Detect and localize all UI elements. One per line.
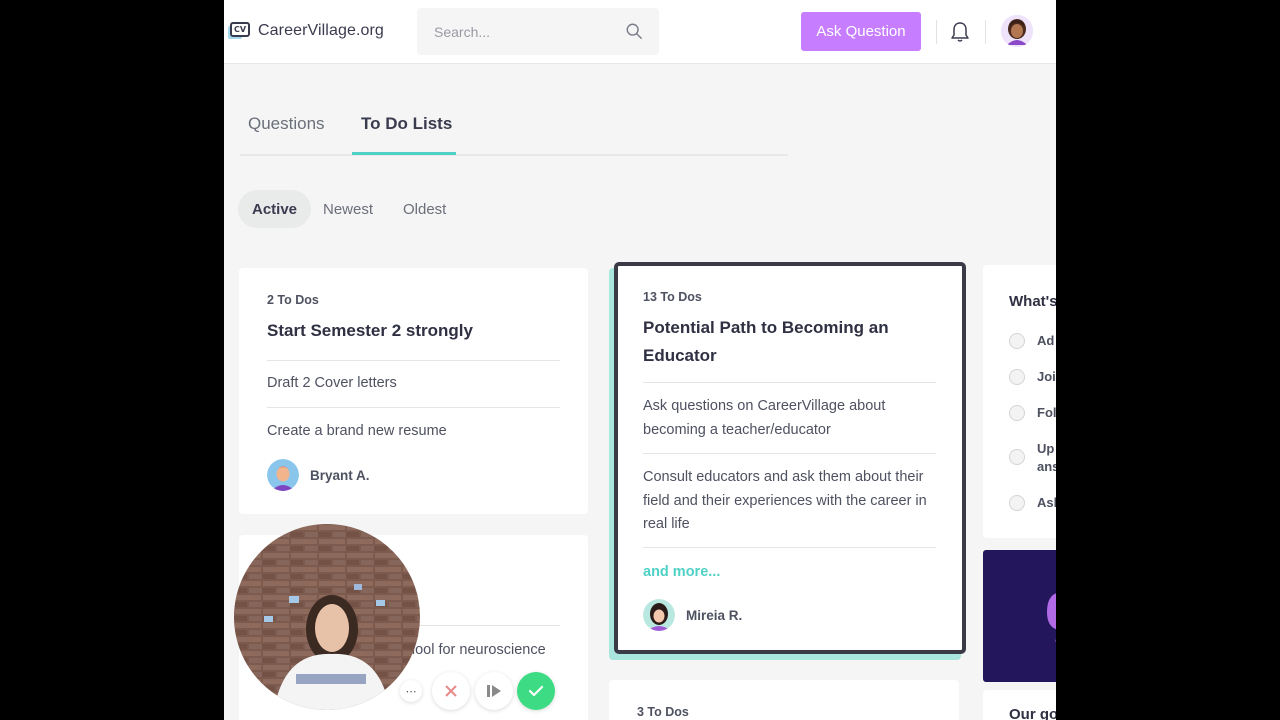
- checkmark-icon: [528, 685, 544, 697]
- todo-item: Create a brand new resume: [267, 423, 447, 439]
- checklist-panel: What's Ad Joi Fol Up ans Asl: [983, 265, 1056, 538]
- divider: [267, 407, 560, 408]
- todo-card[interactable]: 3 To Dos: [609, 680, 959, 720]
- checklist-radio[interactable]: [1009, 333, 1025, 349]
- confirm-recording-button[interactable]: [517, 672, 555, 710]
- app-frame: CV CareerVillage.org Ask Question: [224, 0, 1056, 720]
- checklist-radio[interactable]: [1009, 405, 1025, 421]
- notification-bell-icon[interactable]: [950, 21, 970, 43]
- card-title: Start Semester 2 strongly: [267, 321, 473, 340]
- divider: [643, 382, 936, 383]
- cancel-recording-button[interactable]: [432, 672, 470, 710]
- logo-text: CareerVillage.org: [258, 22, 384, 39]
- search-box: [417, 8, 659, 55]
- divider: [985, 20, 986, 44]
- checklist-radio[interactable]: [1009, 495, 1025, 511]
- card-title: Potential Path to Becoming an Educator: [643, 318, 889, 365]
- user-avatar: [267, 459, 299, 491]
- webcam-video: [234, 524, 420, 710]
- search-icon[interactable]: [625, 22, 643, 40]
- checklist-label: ans: [1037, 459, 1056, 474]
- filter-active[interactable]: Active: [238, 190, 312, 228]
- checklist-label: Asl: [1037, 495, 1056, 510]
- todo-item: Consult educators and ask them about the…: [643, 469, 927, 532]
- and-more-link[interactable]: and more...: [643, 564, 720, 580]
- tab-questions[interactable]: Questions: [248, 114, 325, 134]
- logo-icon: CV: [228, 20, 252, 42]
- tab-bar: Questions To Do Lists: [240, 86, 788, 156]
- todo-count: 13 To Dos: [643, 290, 702, 304]
- divider: [643, 547, 936, 548]
- todo-item: Draft 2 Cover letters: [267, 375, 397, 391]
- promo-banner[interactable]: [983, 550, 1056, 682]
- todo-card[interactable]: 2 To Dos Start Semester 2 strongly Draft…: [239, 268, 588, 514]
- user-name[interactable]: Bryant A.: [310, 468, 370, 483]
- more-options-icon[interactable]: ⋯: [400, 680, 422, 702]
- play-icon: [487, 685, 501, 697]
- tab-to-do-lists[interactable]: To Do Lists: [361, 114, 452, 134]
- logo[interactable]: CV CareerVillage.org: [228, 16, 384, 46]
- checklist-radio[interactable]: [1009, 369, 1025, 385]
- todo-count: 2 To Dos: [267, 293, 319, 307]
- ask-question-button[interactable]: Ask Question: [801, 12, 921, 51]
- divider: [267, 360, 560, 361]
- card-title: Our go: [1009, 706, 1056, 720]
- divider: [643, 453, 936, 454]
- filter-oldest[interactable]: Oldest: [389, 190, 460, 228]
- divider: [936, 20, 937, 44]
- close-icon: [445, 685, 457, 697]
- checklist-label: Up: [1037, 441, 1055, 456]
- checklist-radio[interactable]: [1009, 449, 1025, 465]
- panel-title: What's: [1009, 293, 1056, 310]
- chat-bubble-icon: [1047, 593, 1056, 642]
- search-input[interactable]: [417, 8, 617, 55]
- user-name[interactable]: Mireia R.: [686, 608, 742, 623]
- todo-count: 3 To Dos: [637, 705, 689, 719]
- todo-item: hool for neuroscience: [407, 642, 546, 658]
- filter-newest[interactable]: Newest: [309, 190, 387, 228]
- user-avatar: [643, 599, 675, 631]
- checklist-label: Joi: [1037, 369, 1056, 384]
- checklist-label: Ad: [1037, 333, 1055, 348]
- info-card: Our go: [983, 690, 1056, 720]
- todo-card-selected[interactable]: 13 To Dos Potential Path to Becoming an …: [614, 262, 966, 654]
- active-tab-indicator: [352, 152, 456, 155]
- play-pause-button[interactable]: [475, 672, 513, 710]
- todo-item: Ask questions on CareerVillage about bec…: [643, 398, 886, 438]
- checklist-label: Fol: [1037, 405, 1056, 420]
- top-navbar: CV CareerVillage.org Ask Question: [224, 0, 1056, 64]
- user-avatar[interactable]: [1001, 15, 1033, 47]
